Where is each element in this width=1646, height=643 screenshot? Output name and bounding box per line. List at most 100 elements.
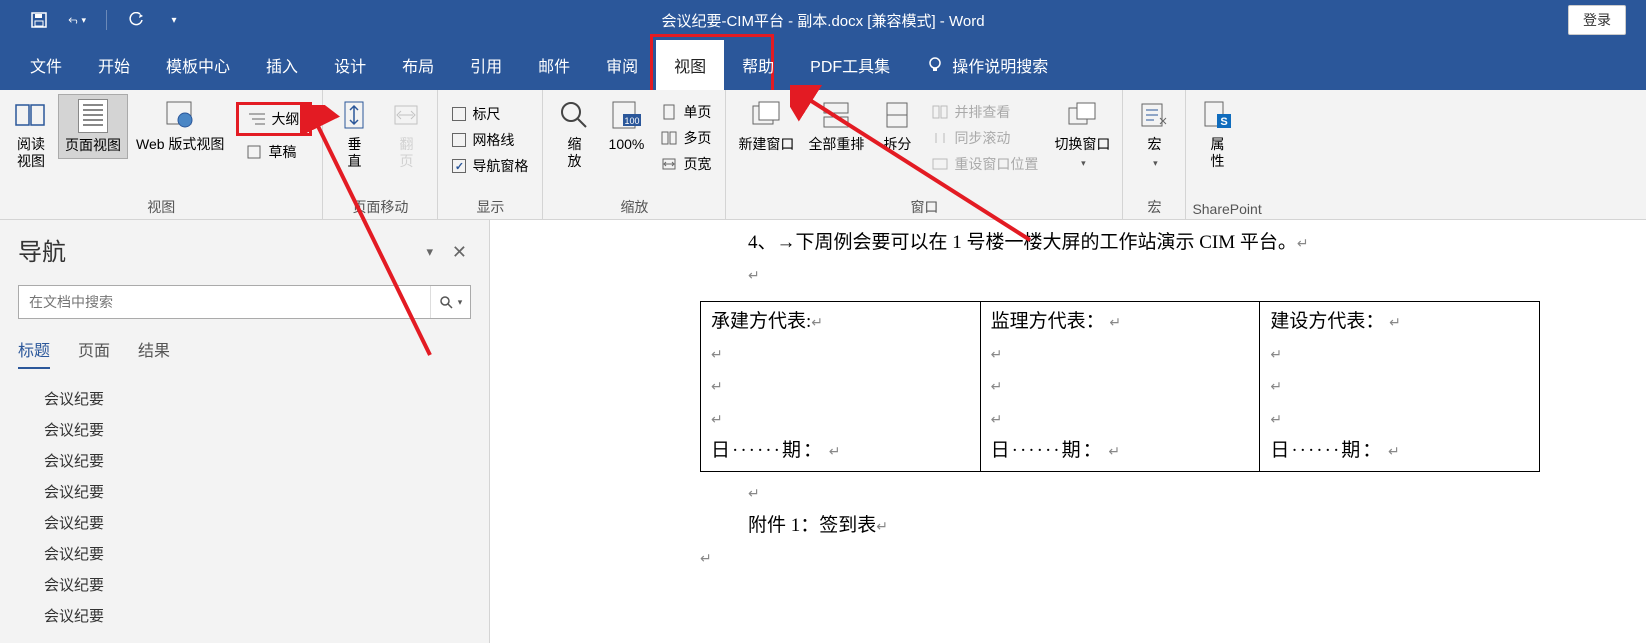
- properties-button[interactable]: S属 性: [1192, 94, 1242, 174]
- nav-heading-item[interactable]: 会议纪要: [18, 569, 471, 600]
- nav-search-button[interactable]: ▾: [430, 286, 470, 318]
- macros-icon: [1137, 98, 1171, 132]
- nav-heading-item[interactable]: 会议纪要: [18, 414, 471, 445]
- side-by-side-icon: [932, 105, 948, 119]
- return-mark-icon: ↵: [1297, 237, 1309, 252]
- nav-heading-item[interactable]: 会议纪要: [18, 538, 471, 569]
- tab-references[interactable]: 引用: [452, 40, 520, 90]
- quick-access-toolbar: ▾ ▾: [0, 10, 183, 30]
- table-cell[interactable]: 承建方代表:↵ ↵↵↵ 日······期： ↵: [701, 301, 981, 471]
- switch-windows-label: 切换窗口▾: [1054, 136, 1110, 170]
- return-mark-icon: ↵: [700, 552, 712, 567]
- tab-review[interactable]: 审阅: [588, 40, 656, 90]
- vertical-button[interactable]: 垂 直: [329, 94, 379, 174]
- nav-tab-headings[interactable]: 标题: [18, 337, 50, 369]
- group-views: 阅读 视图 页面视图 Web 版式视图 大纲 草稿 视图: [0, 90, 323, 219]
- draft-button[interactable]: 草稿: [236, 138, 312, 166]
- print-layout-icon: [76, 99, 110, 133]
- tab-templates[interactable]: 模板中心: [148, 40, 248, 90]
- web-layout-icon: [163, 98, 197, 132]
- checkbox-checked-icon: [452, 159, 466, 173]
- window-title: 会议纪要-CIM平台 - 副本.docx [兼容模式] - Word: [661, 10, 984, 31]
- macros-label: 宏▾: [1147, 136, 1161, 170]
- reset-window-button[interactable]: 重设窗口位置: [928, 152, 1042, 176]
- checkbox-icon: [452, 133, 466, 147]
- navigation-pane-checkbox[interactable]: 导航窗格: [448, 154, 532, 178]
- nav-tab-results[interactable]: 结果: [138, 337, 170, 369]
- ribbon: 阅读 视图 页面视图 Web 版式视图 大纲 草稿 视图: [0, 90, 1646, 220]
- outline-button[interactable]: 大纲: [236, 102, 312, 136]
- flip-icon: [389, 98, 423, 132]
- save-icon[interactable]: [30, 11, 48, 29]
- arrange-all-button[interactable]: 全部重排: [802, 94, 870, 157]
- tab-insert[interactable]: 插入: [248, 40, 316, 90]
- document-area[interactable]: 4、→下周例会要可以在 1 号楼一楼大屏的工作站演示 CIM 平台。↵ ↵ 承建…: [490, 220, 1646, 643]
- properties-label: 属 性: [1210, 136, 1224, 170]
- attachment-line: 附件 1：签到表: [748, 515, 876, 536]
- nav-dropdown-icon[interactable]: ▾: [426, 244, 433, 260]
- tab-help[interactable]: 帮助: [724, 40, 792, 90]
- group-sharepoint: S属 性 SharePoint: [1186, 90, 1267, 219]
- table-cell[interactable]: 建设方代表： ↵ ↵↵↵ 日······期： ↵: [1260, 301, 1540, 471]
- tab-file[interactable]: 文件: [12, 40, 80, 90]
- macros-button[interactable]: 宏▾: [1129, 94, 1179, 174]
- split-button[interactable]: 拆分: [872, 94, 922, 157]
- reset-window-icon: [932, 157, 948, 171]
- split-label: 拆分: [883, 136, 911, 153]
- side-by-side-button[interactable]: 并排查看: [928, 100, 1042, 124]
- navigation-pane: 导航 ▾ ✕ ▾ 标题 页面 结果 会议纪要 会议纪要 会议纪要 会议纪要 会议…: [0, 220, 490, 643]
- sync-scroll-button[interactable]: 同步滚动: [928, 126, 1042, 150]
- table-cell[interactable]: 监理方代表： ↵ ↵↵↵ 日······期： ↵: [980, 301, 1260, 471]
- web-layout-label: Web 版式视图: [136, 136, 224, 153]
- ruler-checkbox[interactable]: 标尺: [448, 102, 532, 126]
- cell-label: 建设方代表：: [1270, 311, 1384, 332]
- close-icon[interactable]: ✕: [452, 242, 467, 263]
- nav-search-input[interactable]: [19, 294, 430, 310]
- nav-pane-label: 导航窗格: [472, 156, 528, 176]
- tab-design[interactable]: 设计: [316, 40, 384, 90]
- tab-view[interactable]: 视图: [656, 40, 724, 90]
- page-width-button[interactable]: 页宽: [657, 152, 715, 176]
- nav-tab-pages[interactable]: 页面: [78, 337, 110, 369]
- zoom-button[interactable]: 缩 放: [549, 94, 599, 174]
- gridlines-checkbox[interactable]: 网格线: [448, 128, 532, 152]
- multi-page-button[interactable]: 多页: [657, 126, 715, 150]
- sync-scroll-icon: [932, 131, 948, 145]
- search-icon: [439, 295, 453, 309]
- login-button[interactable]: 登录: [1568, 5, 1626, 35]
- document-body: 4、→下周例会要可以在 1 号楼一楼大屏的工作站演示 CIM 平台。↵ ↵ 承建…: [700, 228, 1646, 573]
- nav-heading-item[interactable]: 会议纪要: [18, 476, 471, 507]
- web-layout-button[interactable]: Web 版式视图: [130, 94, 230, 157]
- nav-search: ▾: [18, 285, 471, 319]
- nav-heading-item[interactable]: 会议纪要: [18, 600, 471, 631]
- arrange-all-icon: [819, 98, 853, 132]
- redo-icon[interactable]: [127, 11, 145, 29]
- tab-layout[interactable]: 布局: [384, 40, 452, 90]
- tab-pdf[interactable]: PDF工具集: [792, 40, 908, 90]
- undo-icon[interactable]: ▾: [68, 11, 86, 29]
- switch-windows-button[interactable]: 切换窗口▾: [1048, 94, 1116, 174]
- nav-pane-title: 导航: [18, 232, 471, 267]
- outline-icon: [249, 112, 265, 126]
- ruler-label: 标尺: [472, 104, 500, 124]
- svg-text:100: 100: [625, 116, 640, 126]
- doc-paragraph: 4、→下周例会要可以在 1 号楼一楼大屏的工作站演示 CIM 平台。: [748, 232, 1297, 253]
- tell-me-search[interactable]: 操作说明搜索: [908, 40, 1066, 90]
- flip-button[interactable]: 翻 页: [381, 94, 431, 174]
- read-mode-icon: [14, 98, 48, 132]
- tab-mailings[interactable]: 邮件: [520, 40, 588, 90]
- new-window-button[interactable]: 新建窗口: [732, 94, 800, 157]
- group-zoom: 缩 放 100 100% 单页 多页 页宽 缩放: [543, 90, 726, 219]
- tab-home[interactable]: 开始: [80, 40, 148, 90]
- nav-heading-item[interactable]: 会议纪要: [18, 445, 471, 476]
- group-move-label: 页面移动: [329, 195, 431, 217]
- nav-heading-item[interactable]: 会议纪要: [18, 507, 471, 538]
- side-by-side-label: 并排查看: [954, 102, 1010, 122]
- qat-customize-dropdown[interactable]: ▾: [165, 11, 183, 29]
- nav-heading-item[interactable]: 会议纪要: [18, 383, 471, 414]
- zoom-100-button[interactable]: 100 100%: [601, 94, 651, 157]
- workspace: 导航 ▾ ✕ ▾ 标题 页面 结果 会议纪要 会议纪要 会议纪要 会议纪要 会议…: [0, 220, 1646, 643]
- one-page-button[interactable]: 单页: [657, 100, 715, 124]
- print-layout-button[interactable]: 页面视图: [58, 94, 128, 159]
- read-mode-button[interactable]: 阅读 视图: [6, 94, 56, 174]
